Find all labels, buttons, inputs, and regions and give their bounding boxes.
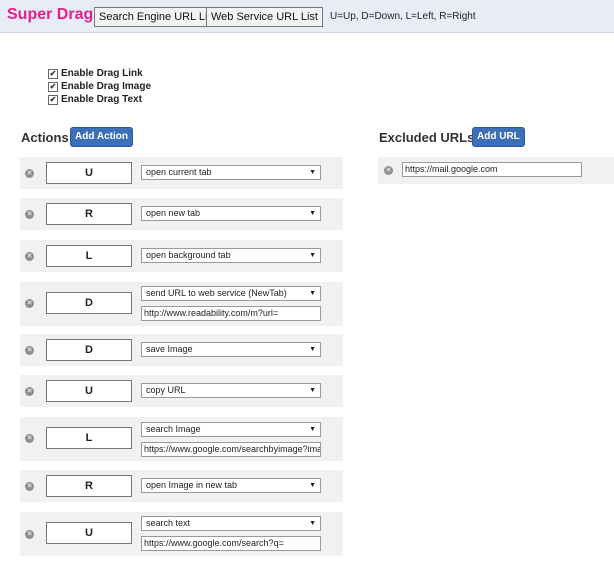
checkbox-enable-drag-link[interactable]: ✔: [48, 68, 58, 79]
direction-input[interactable]: L: [46, 427, 132, 449]
action-select-value: open new tab: [146, 208, 201, 218]
chevron-down-icon: ▼: [309, 210, 316, 217]
direction-input[interactable]: U: [46, 522, 132, 544]
action-select[interactable]: search text ▼: [141, 516, 321, 531]
action-select[interactable]: open Image in new tab ▼: [141, 478, 321, 493]
action-row: ✕ D send URL to web service (NewTab) ▼ ht…: [20, 282, 343, 326]
remove-circle-icon[interactable]: ✕: [25, 434, 34, 443]
direction-input[interactable]: U: [46, 380, 132, 402]
add-action-button[interactable]: Add Action: [70, 127, 133, 147]
option-label: Enable Drag Image: [61, 81, 152, 92]
top-bar: Super Drag Search Engine URL List Web Se…: [0, 0, 614, 33]
enable-drag-text-option[interactable]: ✔ Enable Drag Text: [48, 94, 142, 105]
action-select[interactable]: send URL to web service (NewTab) ▼: [141, 286, 321, 301]
chevron-down-icon: ▼: [309, 252, 316, 259]
chevron-down-icon: ▼: [309, 520, 316, 527]
direction-input[interactable]: L: [46, 245, 132, 267]
chevron-down-icon: ▼: [309, 387, 316, 394]
add-url-button[interactable]: Add URL: [472, 127, 525, 147]
actions-heading: Actions: [21, 130, 69, 145]
web-service-url-list-button[interactable]: Web Service URL List: [206, 7, 323, 27]
action-select[interactable]: search Image ▼: [141, 422, 321, 437]
chevron-down-icon: ▼: [309, 346, 316, 353]
direction-input[interactable]: D: [46, 292, 132, 314]
option-label: Enable Drag Text: [61, 94, 142, 105]
remove-circle-icon[interactable]: ✕: [25, 299, 34, 308]
action-row: ✕ U open current tab ▼: [20, 157, 343, 189]
action-row: ✕ L open background tab ▼: [20, 240, 343, 272]
enable-drag-image-option[interactable]: ✔ Enable Drag Image: [48, 81, 151, 92]
direction-legend: U=Up, D=Down, L=Left, R=Right: [330, 11, 476, 22]
remove-circle-icon[interactable]: ✕: [25, 482, 34, 491]
excluded-urls-heading: Excluded URLs: [379, 130, 475, 145]
service-url-input[interactable]: https://www.google.com/searchbyimage?ima…: [141, 442, 321, 457]
direction-input[interactable]: U: [46, 162, 132, 184]
service-url-input[interactable]: https://www.google.com/search?q=: [141, 536, 321, 551]
action-row: ✕ U search text ▼ https://www.google.com/…: [20, 512, 343, 556]
chevron-down-icon: ▼: [309, 169, 316, 176]
checkbox-enable-drag-text[interactable]: ✔: [48, 94, 58, 105]
excluded-url-input[interactable]: https://mail.google.com: [402, 162, 582, 177]
action-select[interactable]: copy URL ▼: [141, 383, 321, 398]
search-engine-url-list-button[interactable]: Search Engine URL List: [94, 7, 221, 27]
action-row: ✕ D save Image ▼: [20, 334, 343, 366]
remove-circle-icon[interactable]: ✕: [25, 346, 34, 355]
remove-circle-icon[interactable]: ✕: [25, 169, 34, 178]
option-label: Enable Drag Link: [61, 68, 143, 79]
action-select[interactable]: open current tab ▼: [141, 165, 321, 180]
action-select-value: search Image: [146, 424, 201, 434]
action-select-value: save Image: [146, 344, 193, 354]
direction-input[interactable]: R: [46, 203, 132, 225]
enable-drag-link-option[interactable]: ✔ Enable Drag Link: [48, 68, 143, 79]
action-row: ✕ L search Image ▼ https://www.google.com…: [20, 417, 343, 461]
excluded-url-row: ✕ https://mail.google.com: [378, 157, 614, 184]
action-select-value: open Image in new tab: [146, 480, 238, 490]
action-select[interactable]: open background tab ▼: [141, 248, 321, 263]
remove-circle-icon[interactable]: ✕: [25, 530, 34, 539]
action-select-value: send URL to web service (NewTab): [146, 288, 287, 298]
service-url-input[interactable]: http://www.readability.com/m?url=: [141, 306, 321, 321]
action-row: ✕ U copy URL ▼: [20, 375, 343, 407]
action-select-value: search text: [146, 518, 191, 528]
remove-circle-icon[interactable]: ✕: [25, 210, 34, 219]
app-title: Super Drag: [7, 6, 94, 23]
action-select-value: open background tab: [146, 250, 231, 260]
direction-input[interactable]: D: [46, 339, 132, 361]
checkbox-enable-drag-image[interactable]: ✔: [48, 81, 58, 92]
chevron-down-icon: ▼: [309, 426, 316, 433]
action-select-value: open current tab: [146, 167, 212, 177]
chevron-down-icon: ▼: [309, 482, 316, 489]
remove-circle-icon[interactable]: ✕: [384, 166, 393, 175]
action-select[interactable]: save Image ▼: [141, 342, 321, 357]
action-row: ✕ R open Image in new tab ▼: [20, 470, 343, 502]
action-select-value: copy URL: [146, 385, 186, 395]
action-select[interactable]: open new tab ▼: [141, 206, 321, 221]
remove-circle-icon[interactable]: ✕: [25, 252, 34, 261]
action-row: ✕ R open new tab ▼: [20, 198, 343, 230]
direction-input[interactable]: R: [46, 475, 132, 497]
chevron-down-icon: ▼: [309, 290, 316, 297]
remove-circle-icon[interactable]: ✕: [25, 387, 34, 396]
